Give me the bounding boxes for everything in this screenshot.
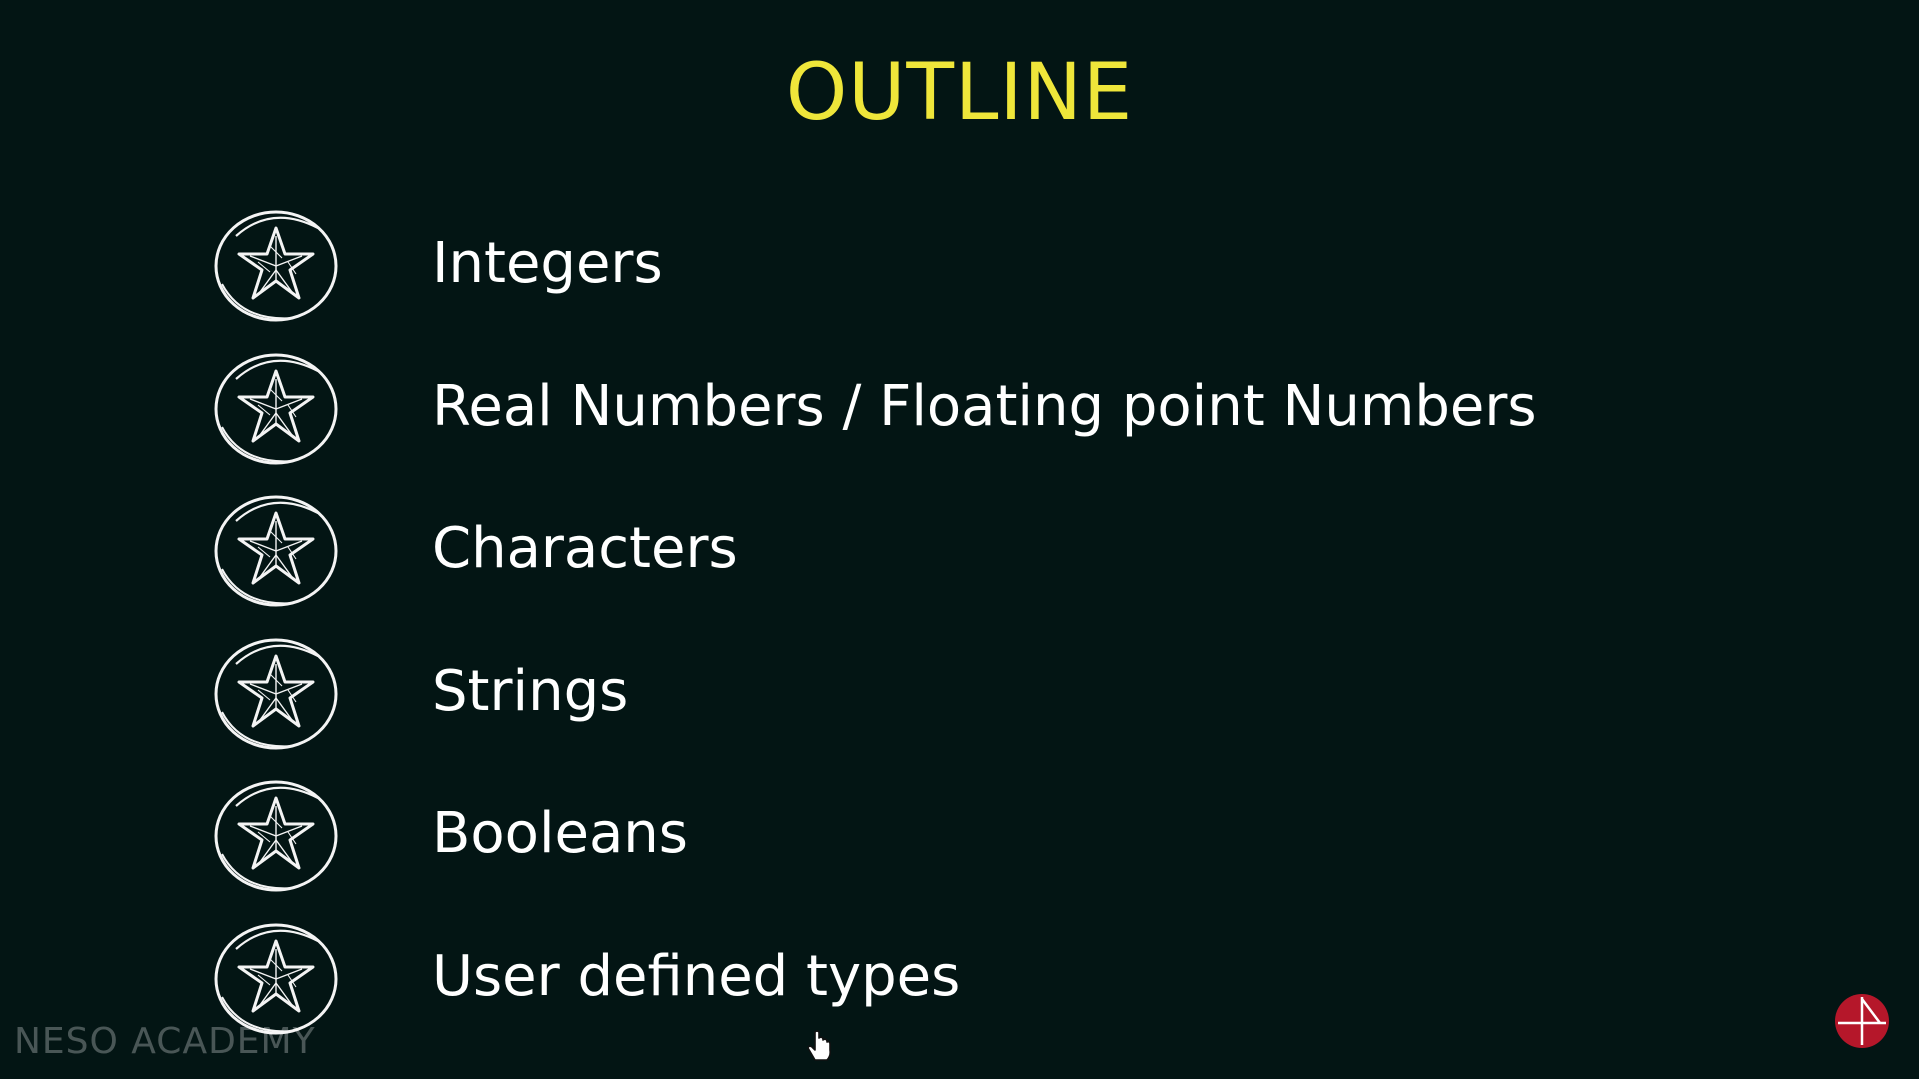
watermark: NESO ACADEMY <box>14 1021 316 1062</box>
star-badge-icon <box>212 634 340 752</box>
list-item: Characters <box>212 491 1712 634</box>
list-item: Booleans <box>212 776 1712 919</box>
star-badge-icon <box>212 491 340 609</box>
star-badge-icon <box>212 919 340 1037</box>
item-label: User defined types <box>432 943 961 1009</box>
item-label: Booleans <box>432 801 688 866</box>
outline-list: Integers Real Numbers / Floating point N… <box>212 206 1712 1061</box>
star-badge-icon <box>212 349 340 467</box>
item-label: Strings <box>432 658 629 724</box>
item-label: Integers <box>432 231 663 296</box>
list-item: Real Numbers / Floating point Numbers <box>212 349 1712 492</box>
slide: OUTLINE Integers Real Numbers / Floating… <box>0 0 1919 1079</box>
slide-title: OUTLINE <box>785 48 1134 138</box>
list-item: Integers <box>212 206 1712 349</box>
neso-logo-icon[interactable] <box>1834 993 1890 1049</box>
list-item: Strings <box>212 634 1712 777</box>
list-item: User defined types <box>212 919 1712 1062</box>
item-label: Characters <box>432 516 738 581</box>
item-label: Real Numbers / Floating point Numbers <box>432 373 1537 439</box>
hand-cursor-icon <box>807 1030 831 1061</box>
star-badge-icon <box>212 206 340 324</box>
star-badge-icon <box>212 776 340 894</box>
